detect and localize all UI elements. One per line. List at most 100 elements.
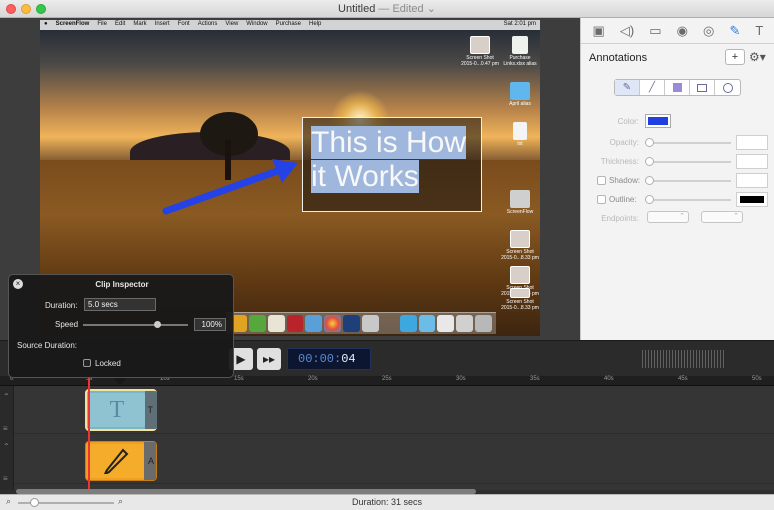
playhead[interactable] <box>88 376 90 494</box>
menubar-item: Mark <box>133 21 147 27</box>
outline-row: Outline: <box>581 192 774 208</box>
arrow-annotation[interactable] <box>160 145 305 220</box>
menubar-item: File <box>97 21 107 27</box>
shadow-slider-track[interactable] <box>645 180 731 182</box>
speed-slider-knob[interactable] <box>153 321 161 328</box>
dock-app-icon <box>248 315 266 332</box>
line-icon[interactable]: ╱ <box>640 80 665 95</box>
menubar-item: Help <box>309 21 322 27</box>
text-properties-icon[interactable]: T <box>755 23 763 38</box>
opacity-row: Opacity: <box>581 135 774 151</box>
screenflow-window: Untitled — Edited ⌄ ● ScreenFlow File Ed… <box>0 0 774 510</box>
locked-checkbox[interactable] <box>83 359 91 367</box>
edited-status: — Edited <box>378 3 424 15</box>
ruler-tick: 40s <box>604 376 614 382</box>
outline-label: Outline: <box>609 195 637 204</box>
dock-app-icon <box>343 315 361 332</box>
speed-slider-track[interactable] <box>83 324 188 326</box>
arrow-shaft <box>162 166 284 215</box>
desktop-icon: April alias <box>500 82 540 107</box>
rectangle-icon[interactable] <box>690 80 715 95</box>
color-well[interactable] <box>645 114 671 128</box>
circle-icon[interactable] <box>715 80 740 95</box>
annotation-text[interactable]: This is How it Works <box>311 126 467 194</box>
annotation-text-line-2: it Works <box>311 160 419 193</box>
shadow-slider-knob[interactable] <box>645 176 654 185</box>
dock-folder-icon <box>418 315 436 332</box>
square-filled-icon[interactable] <box>665 80 690 95</box>
track-stepper-icon[interactable]: ⌃ <box>3 442 10 451</box>
desktop-icon: txt <box>500 122 540 147</box>
gear-icon[interactable]: ⚙▾ <box>749 50 766 64</box>
shadow-field[interactable] <box>736 173 768 188</box>
opacity-slider-track[interactable] <box>645 142 731 144</box>
dock-app-icon <box>286 315 304 332</box>
desktop-icon: Screen Shot 2015-0...0.47 pm <box>460 36 500 67</box>
track-stepper-icon[interactable]: ⌃ <box>3 392 10 401</box>
outline-slider-track[interactable] <box>645 199 731 201</box>
menubar-item: Purchase <box>275 21 301 27</box>
speed-field[interactable]: 100% <box>194 318 226 331</box>
shadow-checkbox[interactable] <box>597 176 606 185</box>
desktop-icon-label: Screen Shot 2015-0...8.33 pm <box>501 299 539 311</box>
audio-properties-icon[interactable]: ◁) <box>620 23 634 39</box>
thickness-field[interactable] <box>736 154 768 169</box>
popover-arrow <box>114 378 126 385</box>
thickness-label: Thickness: <box>600 157 639 166</box>
dock-app-icon <box>324 315 342 332</box>
opacity-field[interactable] <box>736 135 768 150</box>
duration-label: Duration: <box>45 301 78 310</box>
status-bar: ⌕ ⌕ Duration: 31 secs <box>0 494 774 510</box>
shadow-label: Shadow: <box>609 176 641 185</box>
video-properties-icon[interactable]: ▣ <box>593 23 605 39</box>
opacity-slider-knob[interactable] <box>645 138 654 147</box>
add-annotation-button[interactable]: + <box>725 49 745 65</box>
desktop-icon: ScreenFlow <box>500 190 540 215</box>
thickness-slider-knob[interactable] <box>645 157 654 166</box>
text-annotation-box[interactable]: This is How it Works <box>302 117 482 212</box>
callout-icon[interactable]: ◉ <box>677 23 688 39</box>
annotation-clip-label: A <box>147 456 154 466</box>
ruler-tick: 35s <box>530 376 540 382</box>
thickness-slider-track[interactable] <box>645 161 731 163</box>
opacity-label: Opacity: <box>609 138 639 147</box>
clip-inspector-title: Clip Inspector <box>95 280 149 289</box>
window-title[interactable]: Untitled — Edited ⌄ <box>0 2 774 15</box>
screenshot-file-icon <box>510 288 530 298</box>
text-file-icon <box>513 122 527 140</box>
duration-field[interactable]: 5.0 secs <box>84 298 156 311</box>
annotation-clip[interactable]: A <box>85 441 157 481</box>
screen-recording-icon[interactable]: ▭ <box>649 23 661 39</box>
track-menu-icon[interactable]: ≡ <box>3 424 8 433</box>
desktop-icon-label: txt <box>517 141 523 147</box>
outline-slider-knob[interactable] <box>645 195 654 204</box>
ruler-tick: 45s <box>678 376 688 382</box>
screenshot-file-icon <box>510 266 530 284</box>
clip-inspector-popover: × Clip Inspector Duration: 5.0 secs Spee… <box>8 274 234 385</box>
menubar-item: View <box>225 21 239 27</box>
touch-callout-icon[interactable]: ◎ <box>703 23 714 39</box>
dock-app-icon <box>456 315 474 332</box>
ruler-tick: 30s <box>456 376 466 382</box>
color-swatch <box>648 117 668 125</box>
outline-checkbox[interactable] <box>597 195 606 204</box>
dock-folder-icon <box>399 315 417 332</box>
annotations-pen-icon[interactable]: ✎ <box>729 23 740 39</box>
pen-icon[interactable]: ✎ <box>615 80 640 95</box>
track-menu-icon[interactable]: ≡ <box>3 474 8 483</box>
inspector-title: Annotations <box>589 52 648 64</box>
ruler-tick: 20s <box>308 376 318 382</box>
start-endpoint-popup[interactable]: ⌃ <box>647 211 689 223</box>
drive-icon <box>510 190 530 208</box>
dock-app-icon <box>362 315 379 332</box>
text-clip[interactable]: T T <box>85 389 157 431</box>
menubar-clock: Sat 2:01 pm <box>503 21 536 27</box>
color-row: Color: <box>581 114 774 130</box>
fast-forward-button[interactable]: ▸▸ <box>257 348 281 370</box>
dock-app-icon <box>305 315 323 332</box>
end-endpoint-popup[interactable]: ⌃ <box>701 211 743 223</box>
desktop-icon-label: ScreenFlow <box>506 209 534 215</box>
shadow-row: Shadow: <box>581 173 774 189</box>
text-clip-thumbnail: T <box>89 393 145 427</box>
outline-color-well[interactable] <box>736 192 768 207</box>
